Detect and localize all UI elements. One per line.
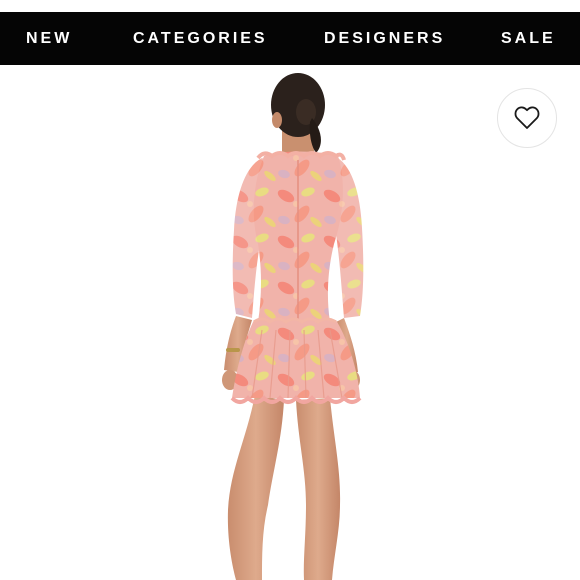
product-photo[interactable] (0, 65, 580, 580)
nav-item-designers[interactable]: DESIGNERS (324, 12, 445, 65)
model-dress-illustration (222, 73, 364, 580)
heart-outline-icon (514, 106, 540, 130)
nav-item-sale[interactable]: SALE (501, 12, 556, 65)
top-margin (0, 0, 580, 12)
nav-item-new[interactable]: NEW (26, 12, 72, 65)
nav-item-categories[interactable]: CATEGORIES (133, 12, 268, 65)
top-navigation-bar: NEW CATEGORIES DESIGNERS SALE (0, 12, 580, 65)
favorite-button[interactable] (497, 88, 557, 148)
